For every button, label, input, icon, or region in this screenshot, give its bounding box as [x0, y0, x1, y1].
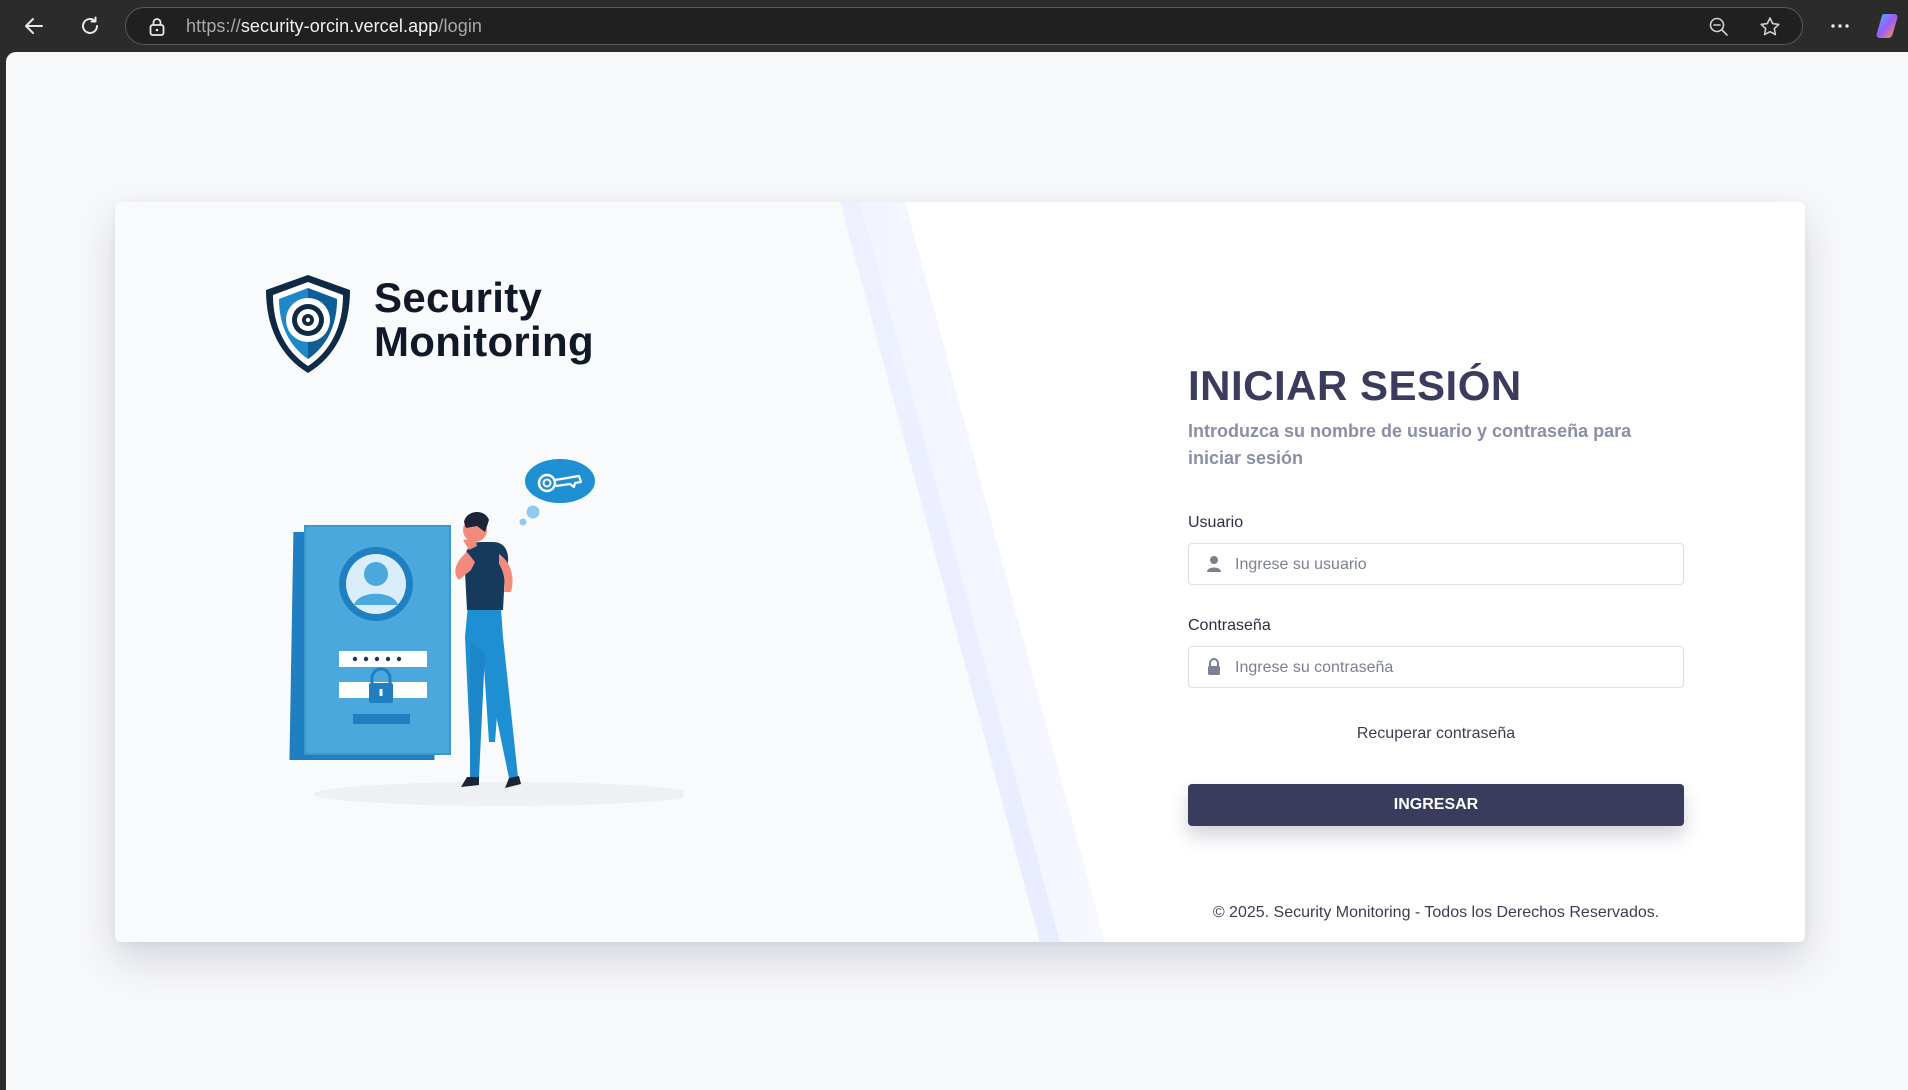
url-text[interactable]: https://security-orcin.vercel.app/login	[186, 16, 482, 37]
brand-name: Security Monitoring	[374, 276, 594, 364]
login-form: INICIAR SESIÓN Introduzca su nombre de u…	[1188, 362, 1684, 826]
brand-name-line1: Security	[374, 274, 543, 321]
more-icon[interactable]	[1822, 8, 1858, 44]
padlock-icon	[1208, 658, 1220, 675]
login-title: INICIAR SESIÓN	[1188, 362, 1522, 409]
password-field[interactable]	[1188, 646, 1684, 689]
refresh-button[interactable]	[72, 8, 108, 44]
url-scheme: https://	[186, 16, 241, 36]
copilot-icon[interactable]	[1874, 10, 1906, 42]
username-input[interactable]	[1233, 544, 1677, 586]
back-icon	[25, 18, 43, 34]
login-button[interactable]: INGRESAR	[1188, 784, 1684, 826]
user-icon	[1207, 556, 1221, 572]
refresh-icon	[82, 16, 98, 34]
login-subtitle: Introduzca su nombre de usuario y contra…	[1188, 421, 1632, 468]
url-path: /login	[438, 16, 483, 36]
forgot-password-link[interactable]: Recuperar contraseña	[1188, 725, 1684, 743]
lock-icon[interactable]	[148, 17, 166, 37]
username-field[interactable]	[1188, 543, 1684, 586]
zoom-out-icon[interactable]	[1708, 16, 1730, 38]
back-button[interactable]	[16, 8, 52, 44]
star-icon[interactable]	[1758, 15, 1782, 39]
login-card: Security Monitoring INICIAR SESIÓN Intro…	[115, 202, 1805, 942]
brand-name-line2: Monitoring	[374, 318, 594, 365]
browser-toolbar: https://security-orcin.vercel.app/login	[0, 0, 1908, 52]
address-bar[interactable]: https://security-orcin.vercel.app/login	[125, 7, 1803, 45]
username-label: Usuario	[1188, 514, 1244, 531]
password-input[interactable]	[1233, 647, 1677, 689]
copyright-footer: © 2025. Security Monitoring - Todos los …	[1212, 904, 1660, 921]
brand-logo: Security Monitoring	[260, 272, 620, 382]
shield-eye-icon	[266, 275, 350, 373]
password-label: Contraseña	[1188, 617, 1271, 634]
page-viewport: Security Monitoring INICIAR SESIÓN Intro…	[6, 52, 1908, 1090]
login-illustration	[289, 459, 683, 806]
url-host: security-orcin.vercel.app	[240, 16, 439, 36]
